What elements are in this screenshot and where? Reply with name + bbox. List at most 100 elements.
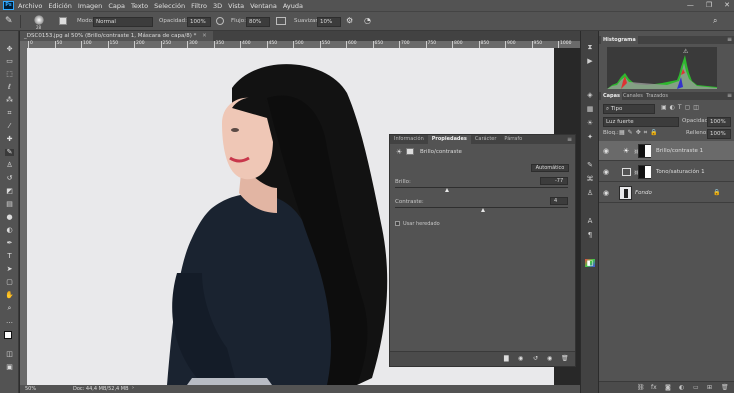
screen-mode-icon[interactable]: ▣ <box>5 364 14 371</box>
menu-filtro[interactable]: Filtro <box>191 2 207 10</box>
menu-vista[interactable]: Vista <box>228 2 244 10</box>
actions-icon[interactable]: ▶ <box>585 57 595 65</box>
pen-tool-icon[interactable]: ✒ <box>5 240 14 247</box>
tab-capas[interactable]: Capas <box>601 92 622 100</box>
new-layer-icon[interactable]: ⊞ <box>707 384 712 391</box>
brush-preset-icon[interactable] <box>34 15 44 25</box>
minimize-button[interactable]: — <box>687 1 694 9</box>
lock-icons[interactable]: ▦✎✥⌗🔒 <box>619 129 661 137</box>
layer-mask-thumbnail[interactable] <box>638 144 651 158</box>
visibility-icon[interactable]: ◉ <box>547 355 552 362</box>
reset-icon[interactable]: ↺ <box>533 355 538 362</box>
brightness-slider[interactable] <box>395 187 568 188</box>
clone-source-icon[interactable]: ♙ <box>585 189 595 197</box>
move-tool-icon[interactable]: ✥ <box>5 46 14 53</box>
tab-parrafo[interactable]: Párrafo <box>500 135 526 144</box>
close-tab-icon[interactable]: ✕ <box>202 33 207 39</box>
zoom-tool-icon[interactable]: ⌕ <box>5 305 14 312</box>
smooth-input[interactable]: 10% <box>317 17 341 27</box>
quick-mask-icon[interactable]: ◫ <box>5 351 14 358</box>
gradient-tool-icon[interactable]: ▤ <box>5 201 14 208</box>
brush-panel-icon[interactable] <box>59 17 67 25</box>
foreground-color-swatch[interactable] <box>4 331 12 339</box>
close-button[interactable]: ✕ <box>724 1 730 9</box>
clip-to-layer-icon[interactable]: ▇ <box>504 355 509 362</box>
menu-3d[interactable]: 3D <box>213 2 222 10</box>
menu-seleccion[interactable]: Selección <box>154 2 185 10</box>
legacy-checkbox[interactable] <box>395 221 400 226</box>
add-mask-icon[interactable]: ◙ <box>665 384 671 391</box>
gear-icon[interactable]: ⚙ <box>346 16 353 25</box>
opacity-input[interactable]: 100% <box>187 17 211 27</box>
brush-tool-icon[interactable]: ✎ <box>5 149 14 156</box>
libraries-icon[interactable]: ◧ <box>585 259 595 267</box>
layer-row-brightness[interactable]: ◉ ☀ ⛓ Brillo/contraste 1 <box>599 141 734 161</box>
pressure-opacity-icon[interactable] <box>216 17 224 25</box>
document-tab[interactable]: _DSC0153.jpg al 50% (Brillo/contraste 1,… <box>20 31 213 41</box>
healing-tool-icon[interactable]: ✚ <box>5 136 14 143</box>
tab-histogram[interactable]: Histograma <box>601 36 638 44</box>
swatches-icon[interactable]: ▦ <box>585 105 595 113</box>
menu-archivo[interactable]: Archivo <box>18 2 42 10</box>
tab-canales[interactable]: Canales <box>621 92 645 100</box>
type-tool-icon[interactable]: T <box>5 253 14 260</box>
character-icon[interactable]: A <box>585 217 595 225</box>
panel-menu-icon[interactable]: ≡ <box>567 135 575 144</box>
trash-icon[interactable]: 🗑 <box>721 384 729 391</box>
more-tools-icon[interactable]: … <box>5 318 14 325</box>
layers-opacity-input[interactable]: 100% <box>707 117 731 127</box>
history-brush-tool-icon[interactable]: ↺ <box>5 175 14 182</box>
tab-caracter[interactable]: Carácter <box>471 135 501 144</box>
search-icon[interactable]: ⌕ <box>713 16 717 26</box>
tab-informacion[interactable]: Información <box>390 135 428 144</box>
eyedropper-tool-icon[interactable]: ⁄ <box>5 123 14 130</box>
shape-tool-icon[interactable]: ▢ <box>5 279 14 286</box>
layer-row-background[interactable]: ◉ Fondo 🔒 <box>599 183 734 203</box>
layer-mask-thumbnail[interactable] <box>638 165 651 179</box>
layer-row-hue-saturation[interactable]: ◉ ⛓ Tono/saturación 1 <box>599 162 734 182</box>
adjustments-icon[interactable]: ☀ <box>585 119 595 127</box>
brightness-slider-thumb[interactable] <box>444 188 449 192</box>
app-logo[interactable]: Ps <box>3 1 14 10</box>
view-previous-icon[interactable]: ◉ <box>518 355 523 362</box>
artboard-tool-icon[interactable]: ▭ <box>5 58 14 65</box>
styles-icon[interactable]: ✦ <box>585 133 595 141</box>
fill-input[interactable]: 100% <box>707 129 731 139</box>
airbrush-icon[interactable] <box>276 17 286 25</box>
menu-capa[interactable]: Capa <box>108 2 125 10</box>
auto-button[interactable]: Automático <box>531 164 569 172</box>
path-select-tool-icon[interactable]: ➤ <box>5 266 14 273</box>
zoom-level[interactable]: 50% <box>25 386 36 392</box>
menu-edicion[interactable]: Edición <box>48 2 72 10</box>
brush-settings-icon[interactable]: ✎ <box>585 161 595 169</box>
menu-ventana[interactable]: Ventana <box>250 2 277 10</box>
trash-icon[interactable]: 🗑 <box>561 355 569 362</box>
marquee-tool-icon[interactable]: ⬚ <box>5 71 14 78</box>
eye-icon[interactable]: ◉ <box>603 189 609 197</box>
link-layers-icon[interactable]: ⛓ <box>637 384 645 391</box>
layer-thumbnail[interactable] <box>619 186 632 200</box>
eye-icon[interactable]: ◉ <box>603 168 609 176</box>
eye-icon[interactable]: ◉ <box>603 147 609 155</box>
flow-input[interactable]: 80% <box>246 17 270 27</box>
blend-mode-select[interactable]: Luz fuerte <box>603 117 679 127</box>
brush-tool-icon[interactable]: ✎ <box>5 16 13 26</box>
crop-tool-icon[interactable]: ⌗ <box>5 110 14 117</box>
brightness-input[interactable]: -77 <box>540 177 568 185</box>
clone-stamp-tool-icon[interactable]: ♙ <box>5 162 14 169</box>
mode-select[interactable]: Normal <box>93 17 153 27</box>
color-icon[interactable]: ◈ <box>585 91 595 99</box>
menu-texto[interactable]: Texto <box>131 2 148 10</box>
quick-select-tool-icon[interactable]: ⁂ <box>5 97 14 104</box>
lasso-tool-icon[interactable]: ℓ <box>5 84 14 91</box>
menu-ayuda[interactable]: Ayuda <box>283 2 303 10</box>
blur-tool-icon[interactable]: ● <box>5 214 14 221</box>
new-group-icon[interactable]: ▭ <box>693 384 699 391</box>
history-icon[interactable]: ⧗ <box>585 43 595 51</box>
status-menu-arrow-icon[interactable]: › <box>132 385 134 391</box>
contrast-input[interactable]: 4 <box>550 197 568 205</box>
panel-menu-icon[interactable]: ≡ <box>727 36 732 44</box>
restore-button[interactable]: ❐ <box>706 1 712 9</box>
hand-tool-icon[interactable]: ✋ <box>5 292 14 299</box>
new-adjustment-icon[interactable]: ◐ <box>679 384 684 391</box>
